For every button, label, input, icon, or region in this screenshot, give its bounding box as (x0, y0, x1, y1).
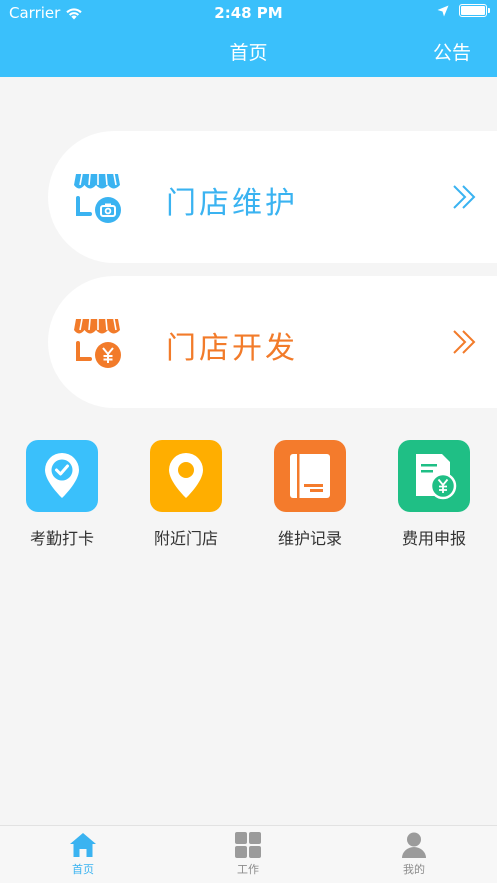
grid-label: 费用申报 (401, 529, 466, 548)
expense-tile (398, 440, 470, 512)
user-icon (402, 832, 426, 858)
store-maintenance-card[interactable]: 门店维护 (48, 131, 497, 263)
store-development-card[interactable]: 门店开发 (48, 276, 497, 408)
location-pin-icon (169, 453, 203, 498)
grid-label: 考勤打卡 (29, 529, 94, 548)
battery-icon (459, 4, 490, 17)
grid-item-checkin[interactable]: 考勤打卡 (0, 440, 124, 549)
double-chevron-right-icon (453, 185, 476, 209)
tab-profile[interactable]: 我的 (384, 832, 444, 877)
card-label: 门店维护 (166, 186, 298, 221)
grid-item-maintenance-records[interactable]: 维护记录 (248, 440, 372, 549)
tab-label: 我的 (403, 863, 425, 876)
records-tile (274, 440, 346, 512)
nearby-tile (150, 440, 222, 512)
status-right (437, 4, 490, 17)
tab-label: 工作 (237, 863, 259, 876)
grid-item-expense-report[interactable]: 费用申报 (372, 440, 496, 549)
tab-work[interactable]: 工作 (218, 832, 278, 877)
grid-icon (235, 832, 261, 858)
tab-bar: 首页 工作 我的 (0, 825, 497, 883)
store-camera-icon (74, 173, 121, 223)
tab-home[interactable]: 首页 (53, 832, 113, 877)
card-label: 门店开发 (166, 331, 298, 366)
double-chevron-right-icon (453, 330, 476, 354)
location-arrow-icon (437, 5, 449, 16)
checkin-tile (26, 440, 98, 512)
notebook-icon (290, 454, 330, 498)
grid-label: 维护记录 (277, 529, 342, 548)
home-icon (70, 833, 96, 857)
announcement-button[interactable]: 公告 (433, 38, 471, 65)
top-header: Carrier 2:48 PM 首页 公告 (0, 0, 497, 77)
grid-label: 附近门店 (153, 529, 218, 548)
store-yuan-icon (74, 318, 121, 368)
checkin-pin-icon (45, 453, 79, 498)
expense-document-icon (416, 454, 457, 500)
function-grid: 考勤打卡 附近门店 维护记录 费用申报 (0, 440, 497, 550)
tab-label: 首页 (72, 863, 94, 876)
status-bar: Carrier 2:48 PM (0, 0, 497, 26)
status-time: 2:48 PM (214, 4, 283, 22)
grid-item-nearby-stores[interactable]: 附近门店 (124, 440, 248, 549)
page-title: 首页 (229, 42, 268, 64)
